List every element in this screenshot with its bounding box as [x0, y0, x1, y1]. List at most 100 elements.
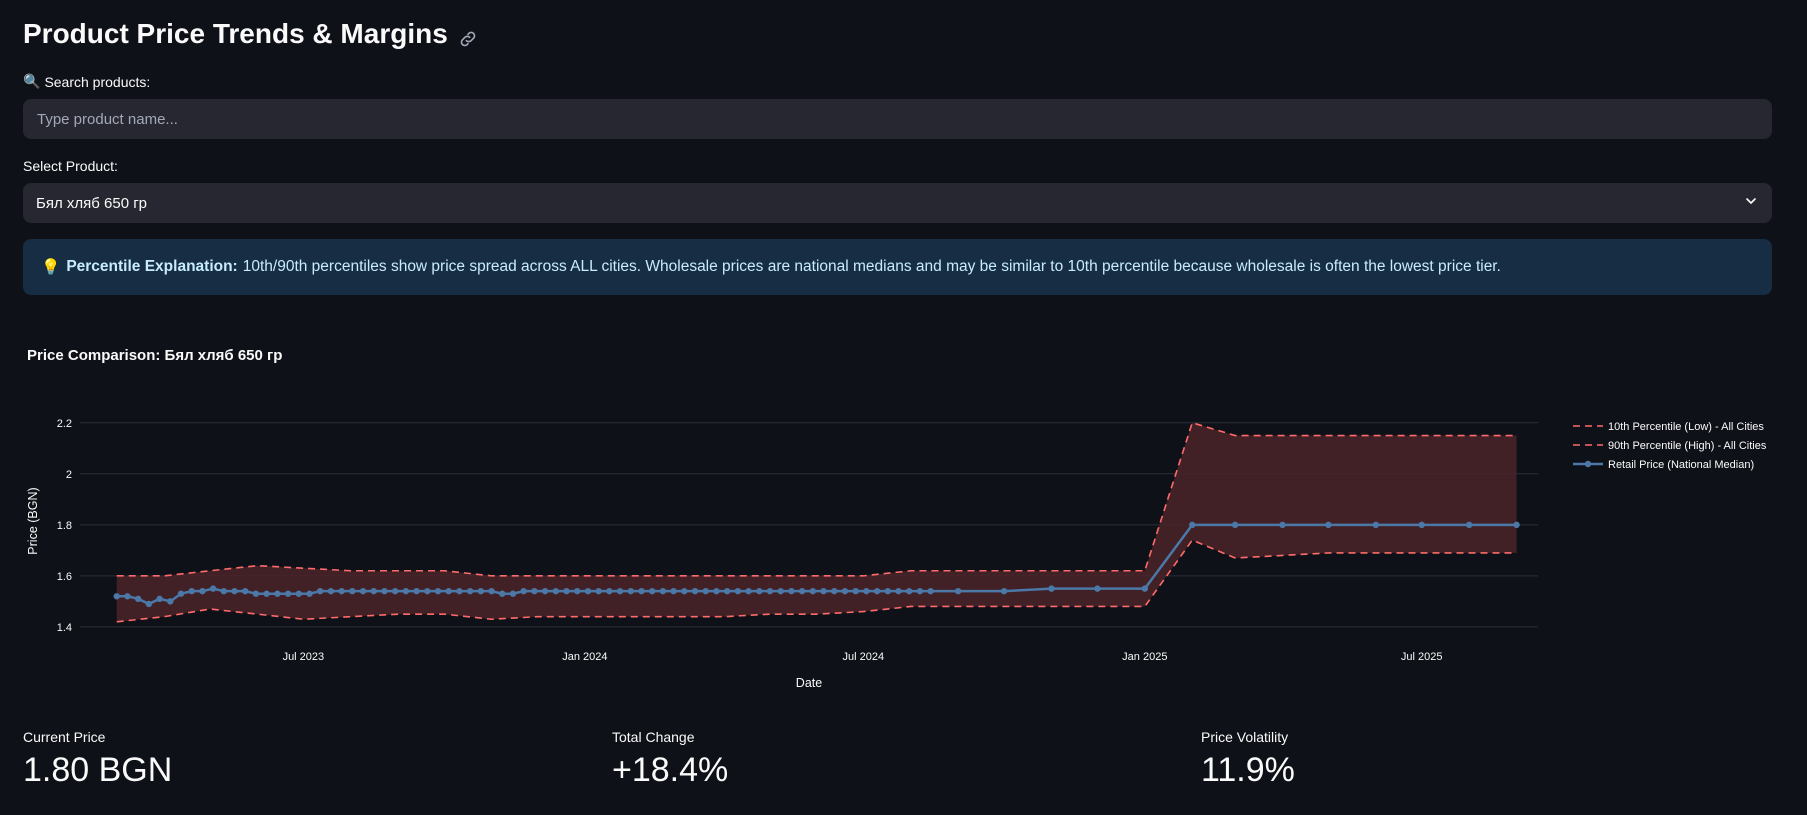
retail-point [531, 587, 538, 595]
retail-point [499, 590, 506, 597]
retail-point [1094, 585, 1101, 592]
search-icon: 🔍 [23, 73, 41, 89]
retail-point [199, 587, 206, 595]
x-tick-label: Jul 2023 [283, 651, 325, 663]
y-tick-label: 2.2 [57, 418, 72, 430]
retail-point [295, 590, 302, 597]
retail-point [220, 587, 228, 595]
retail-point [188, 587, 195, 595]
retail-point [670, 587, 677, 595]
retail-point [616, 587, 624, 595]
lightbulb-icon: 💡 [41, 258, 61, 276]
retail-point [1000, 587, 1008, 595]
retail-point [113, 593, 120, 600]
metric-total-change: Total Change +18.4% [612, 729, 728, 790]
retail-point [445, 587, 452, 595]
retail-point [327, 587, 335, 595]
retail-point [766, 587, 774, 595]
retail-point [916, 587, 924, 595]
retail-point [745, 587, 752, 595]
retail-point [756, 587, 763, 595]
metric-label: Price Volatility [1201, 729, 1289, 745]
retail-point [370, 587, 377, 595]
metric-value: +18.4% [612, 751, 729, 789]
retail-point [274, 590, 281, 597]
retail-point [306, 590, 313, 597]
retail-point [584, 587, 592, 595]
retail-point [349, 587, 356, 595]
retail-point [659, 587, 667, 595]
metric-value: 11.9% [1201, 751, 1295, 789]
retail-point [434, 587, 442, 595]
retail-point [242, 587, 249, 595]
retail-point [895, 587, 902, 595]
chevron-down-icon [1743, 193, 1759, 213]
retail-point [477, 587, 485, 595]
retail-point [167, 598, 174, 605]
retail-point [1279, 521, 1286, 529]
retail-point [798, 587, 806, 595]
info-text: 10th/90th percentiles show price spread … [242, 258, 1501, 275]
retail-point [381, 587, 388, 595]
retail-point [391, 587, 399, 595]
retail-point [595, 587, 602, 595]
metric-current-price: Current Price 1.80 BGN [23, 729, 172, 790]
legend-marker [1584, 460, 1592, 468]
retail-point [809, 587, 817, 595]
retail-point [466, 587, 474, 595]
chart-title: Price Comparison: Бял хляб 650 гр [27, 347, 283, 364]
retail-point [1231, 521, 1239, 529]
retail-point [831, 587, 838, 595]
retail-point [713, 587, 720, 595]
retail-point [723, 587, 731, 595]
retail-point [156, 595, 163, 603]
product-select[interactable]: Бял хляб 650 гр [23, 183, 1772, 223]
metric-price-volatility: Price Volatility 11.9% [1201, 729, 1295, 790]
retail-point [145, 600, 153, 608]
retail-point [702, 587, 709, 595]
legend-label: 90th Percentile (High) - All Cities [1608, 440, 1767, 452]
y-axis-title: Price (BGN) [26, 487, 40, 554]
retail-point [884, 587, 891, 595]
retail-point [509, 590, 517, 597]
retail-point [402, 587, 410, 595]
retail-point [906, 587, 913, 595]
retail-point [681, 587, 688, 595]
price-chart: 1.4 1.6 1.8 2 2.2 Jul 2023 Jan 2024 Jul 2024 Jan… [26, 418, 1767, 690]
metric-value: 1.80 BGN [23, 751, 173, 789]
retail-point [574, 587, 581, 595]
x-tick-label: Jan 2024 [562, 651, 607, 663]
retail-point [788, 587, 795, 595]
info-bold-text: Percentile Explanation: [66, 258, 238, 275]
retail-point [252, 590, 260, 597]
page-title: Product Price Trends & Margins [23, 18, 478, 50]
y-tick-label: 2 [66, 469, 72, 481]
retail-point [1325, 521, 1332, 529]
retail-point [841, 587, 849, 595]
search-label: 🔍 Search products: [23, 73, 150, 90]
retail-point [488, 587, 495, 595]
retail-point [1418, 521, 1425, 529]
retail-point [552, 587, 560, 595]
retail-point [1189, 521, 1196, 529]
retail-point [691, 587, 699, 595]
search-label-text: Search products: [44, 73, 151, 90]
page-title-text: Product Price Trends & Margins [23, 18, 448, 49]
retail-point [1048, 585, 1055, 592]
retail-point [520, 587, 527, 595]
retail-point [541, 587, 549, 595]
y-tick-label: 1.8 [57, 520, 72, 532]
x-tick-label: Jan 2025 [1122, 651, 1167, 663]
retail-point [124, 593, 131, 600]
retail-point [606, 587, 613, 595]
search-input[interactable] [23, 99, 1772, 139]
info-alert: 💡 Percentile Explanation: 10th/90th perc… [23, 239, 1772, 295]
retail-point [413, 587, 420, 595]
select-label: Select Product: [23, 158, 118, 174]
retail-point [863, 587, 870, 595]
link-icon[interactable] [458, 24, 478, 47]
y-tick-label: 1.6 [57, 571, 72, 583]
x-axis-title: Date [796, 676, 822, 690]
retail-point [927, 587, 934, 595]
retail-point [1372, 521, 1380, 529]
